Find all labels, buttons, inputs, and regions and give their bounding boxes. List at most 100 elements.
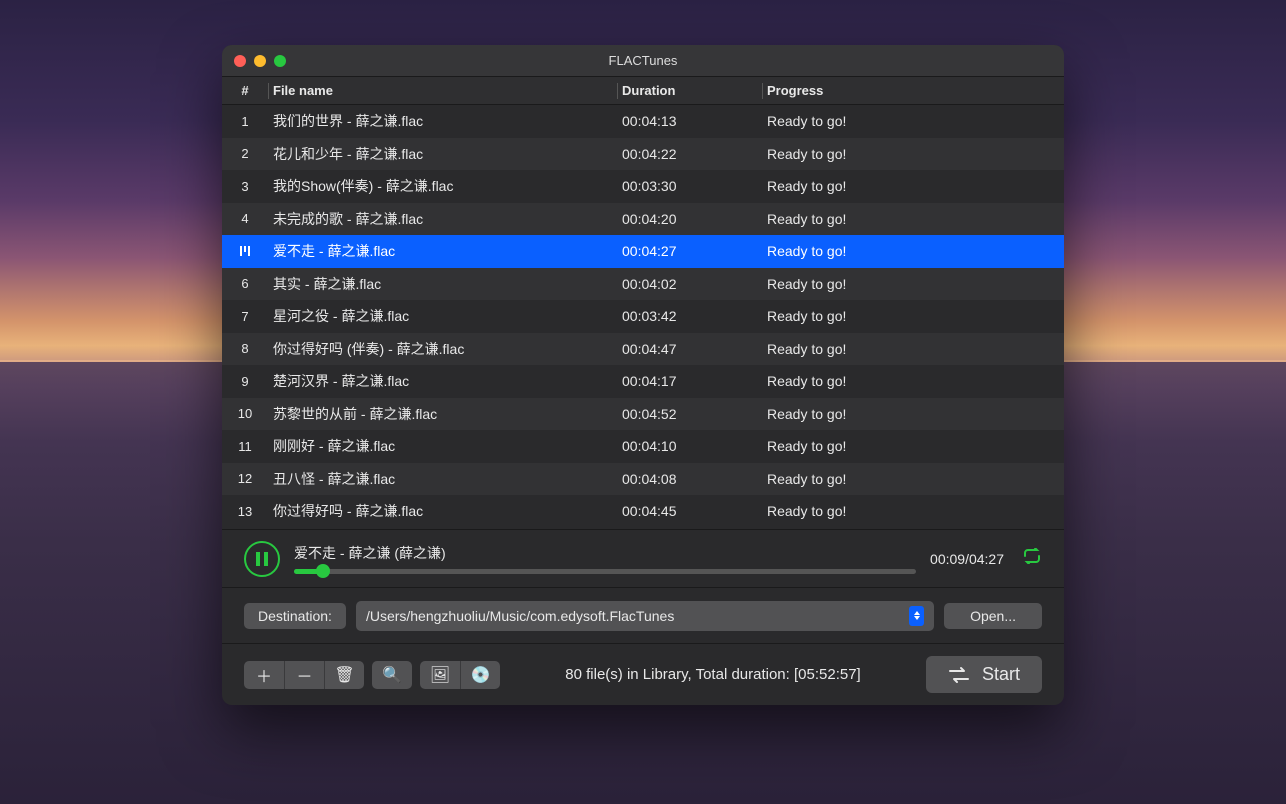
destination-label: Destination: xyxy=(244,603,346,629)
search-icon: 🔍 xyxy=(382,665,402,685)
row-progress: Ready to go! xyxy=(763,471,1064,487)
row-progress: Ready to go! xyxy=(763,243,1064,259)
row-filename: 刚刚好 - 薛之谦.flac xyxy=(269,436,617,456)
table-header: # File name Duration Progress xyxy=(222,77,1064,105)
column-header-filename[interactable]: File name xyxy=(269,83,617,98)
table-row[interactable]: 3我的Show(伴奏) - 薛之谦.flac00:03:30Ready to g… xyxy=(222,170,1064,203)
row-filename: 我们的世界 - 薛之谦.flac xyxy=(269,111,617,131)
row-progress: Ready to go! xyxy=(763,276,1064,292)
player-bar: 爱不走 - 薛之谦 (薛之谦) 00:09/04:27 xyxy=(222,529,1064,587)
row-progress: Ready to go! xyxy=(763,503,1064,519)
app-window: FLACTunes # File name Duration Progress … xyxy=(222,45,1064,705)
minimize-icon[interactable] xyxy=(254,55,266,67)
row-progress: Ready to go! xyxy=(763,113,1064,129)
artwork-button[interactable]: 🖼 xyxy=(420,661,460,689)
row-number: 6 xyxy=(222,276,268,291)
image-icon: 🖼 xyxy=(430,665,450,685)
disc-button[interactable]: 💿 xyxy=(460,661,500,689)
row-filename: 未完成的歌 - 薛之谦.flac xyxy=(269,209,617,229)
row-duration: 00:04:02 xyxy=(618,276,762,292)
row-duration: 00:04:20 xyxy=(618,211,762,227)
row-progress: Ready to go! xyxy=(763,146,1064,162)
table-row[interactable]: 1我们的世界 - 薛之谦.flac00:04:13Ready to go! xyxy=(222,105,1064,138)
file-list[interactable]: 1我们的世界 - 薛之谦.flac00:04:13Ready to go!2花儿… xyxy=(222,105,1064,529)
table-row[interactable]: 4未完成的歌 - 薛之谦.flac00:04:20Ready to go! xyxy=(222,203,1064,236)
delete-button[interactable]: 🗑 xyxy=(324,661,364,689)
table-row[interactable]: 爱不走 - 薛之谦.flac00:04:27Ready to go! xyxy=(222,235,1064,268)
seek-slider[interactable] xyxy=(294,569,916,574)
row-filename: 苏黎世的从前 - 薛之谦.flac xyxy=(269,404,617,424)
time-display: 00:09/04:27 xyxy=(930,551,1004,567)
loop-icon xyxy=(1022,548,1042,564)
trash-icon: 🗑 xyxy=(334,665,354,685)
row-duration: 00:04:47 xyxy=(618,341,762,357)
start-button[interactable]: Start xyxy=(926,656,1042,693)
disc-icon: 💿 xyxy=(471,665,491,685)
loop-button[interactable] xyxy=(1018,544,1046,573)
row-number: 8 xyxy=(222,341,268,356)
row-duration: 00:04:45 xyxy=(618,503,762,519)
destination-path-text: /Users/hengzhuoliu/Music/com.edysoft.Fla… xyxy=(366,608,674,624)
library-status: 80 file(s) in Library, Total duration: [… xyxy=(500,666,926,683)
convert-icon xyxy=(948,666,970,684)
column-header-number[interactable]: # xyxy=(222,83,268,98)
table-row[interactable]: 11刚刚好 - 薛之谦.flac00:04:10Ready to go! xyxy=(222,430,1064,463)
table-row[interactable]: 10苏黎世的从前 - 薛之谦.flac00:04:52Ready to go! xyxy=(222,398,1064,431)
search-button[interactable]: 🔍 xyxy=(372,661,412,689)
row-filename: 你过得好吗 - 薛之谦.flac xyxy=(269,501,617,521)
row-filename: 我的Show(伴奏) - 薛之谦.flac xyxy=(269,176,617,196)
row-duration: 00:04:27 xyxy=(618,243,762,259)
row-filename: 丑八怪 - 薛之谦.flac xyxy=(269,469,617,489)
column-header-progress[interactable]: Progress xyxy=(763,83,1064,98)
table-row[interactable]: 9楚河汉界 - 薛之谦.flac00:04:17Ready to go! xyxy=(222,365,1064,398)
dropdown-stepper-icon xyxy=(909,606,924,626)
now-playing-title: 爱不走 - 薛之谦 (薛之谦) xyxy=(294,543,916,563)
row-duration: 00:04:17 xyxy=(618,373,762,389)
close-icon[interactable] xyxy=(234,55,246,67)
destination-row: Destination: /Users/hengzhuoliu/Music/co… xyxy=(222,587,1064,643)
bottom-toolbar: ＋ － 🗑 🔍 🖼 💿 80 file(s) in Library, Total… xyxy=(222,643,1064,705)
row-progress: Ready to go! xyxy=(763,211,1064,227)
row-filename: 星河之役 - 薛之谦.flac xyxy=(269,306,617,326)
remove-button[interactable]: － xyxy=(284,661,324,689)
row-duration: 00:03:30 xyxy=(618,178,762,194)
playing-indicator-icon xyxy=(222,246,268,256)
row-progress: Ready to go! xyxy=(763,406,1064,422)
add-button[interactable]: ＋ xyxy=(244,661,284,689)
row-filename: 爱不走 - 薛之谦.flac xyxy=(269,241,617,261)
table-row[interactable]: 13你过得好吗 - 薛之谦.flac00:04:45Ready to go! xyxy=(222,495,1064,528)
row-number xyxy=(222,244,268,259)
table-row[interactable]: 2花儿和少年 - 薛之谦.flac00:04:22Ready to go! xyxy=(222,138,1064,171)
row-progress: Ready to go! xyxy=(763,308,1064,324)
row-number: 7 xyxy=(222,309,268,324)
window-title: FLACTunes xyxy=(609,53,678,68)
row-progress: Ready to go! xyxy=(763,341,1064,357)
row-duration: 00:03:42 xyxy=(618,308,762,324)
table-row[interactable]: 8你过得好吗 (伴奏) - 薛之谦.flac00:04:47Ready to g… xyxy=(222,333,1064,366)
table-row[interactable]: 6其实 - 薛之谦.flac00:04:02Ready to go! xyxy=(222,268,1064,301)
row-number: 13 xyxy=(222,504,268,519)
seek-thumb[interactable] xyxy=(316,564,330,578)
row-filename: 花儿和少年 - 薛之谦.flac xyxy=(269,144,617,164)
fullscreen-icon[interactable] xyxy=(274,55,286,67)
row-number: 9 xyxy=(222,374,268,389)
destination-path-select[interactable]: /Users/hengzhuoliu/Music/com.edysoft.Fla… xyxy=(356,601,934,631)
titlebar[interactable]: FLACTunes xyxy=(222,45,1064,77)
row-progress: Ready to go! xyxy=(763,438,1064,454)
table-row[interactable]: 7星河之役 - 薛之谦.flac00:03:42Ready to go! xyxy=(222,300,1064,333)
minus-icon: － xyxy=(296,663,312,687)
column-header-duration[interactable]: Duration xyxy=(618,83,762,98)
row-duration: 00:04:52 xyxy=(618,406,762,422)
row-filename: 其实 - 薛之谦.flac xyxy=(269,274,617,294)
row-number: 4 xyxy=(222,211,268,226)
row-number: 11 xyxy=(222,439,268,454)
row-number: 1 xyxy=(222,114,268,129)
row-progress: Ready to go! xyxy=(763,178,1064,194)
row-number: 12 xyxy=(222,471,268,486)
pause-button[interactable] xyxy=(244,541,280,577)
row-number: 3 xyxy=(222,179,268,194)
open-button[interactable]: Open... xyxy=(944,603,1042,629)
row-duration: 00:04:22 xyxy=(618,146,762,162)
row-number: 2 xyxy=(222,146,268,161)
table-row[interactable]: 12丑八怪 - 薛之谦.flac00:04:08Ready to go! xyxy=(222,463,1064,496)
